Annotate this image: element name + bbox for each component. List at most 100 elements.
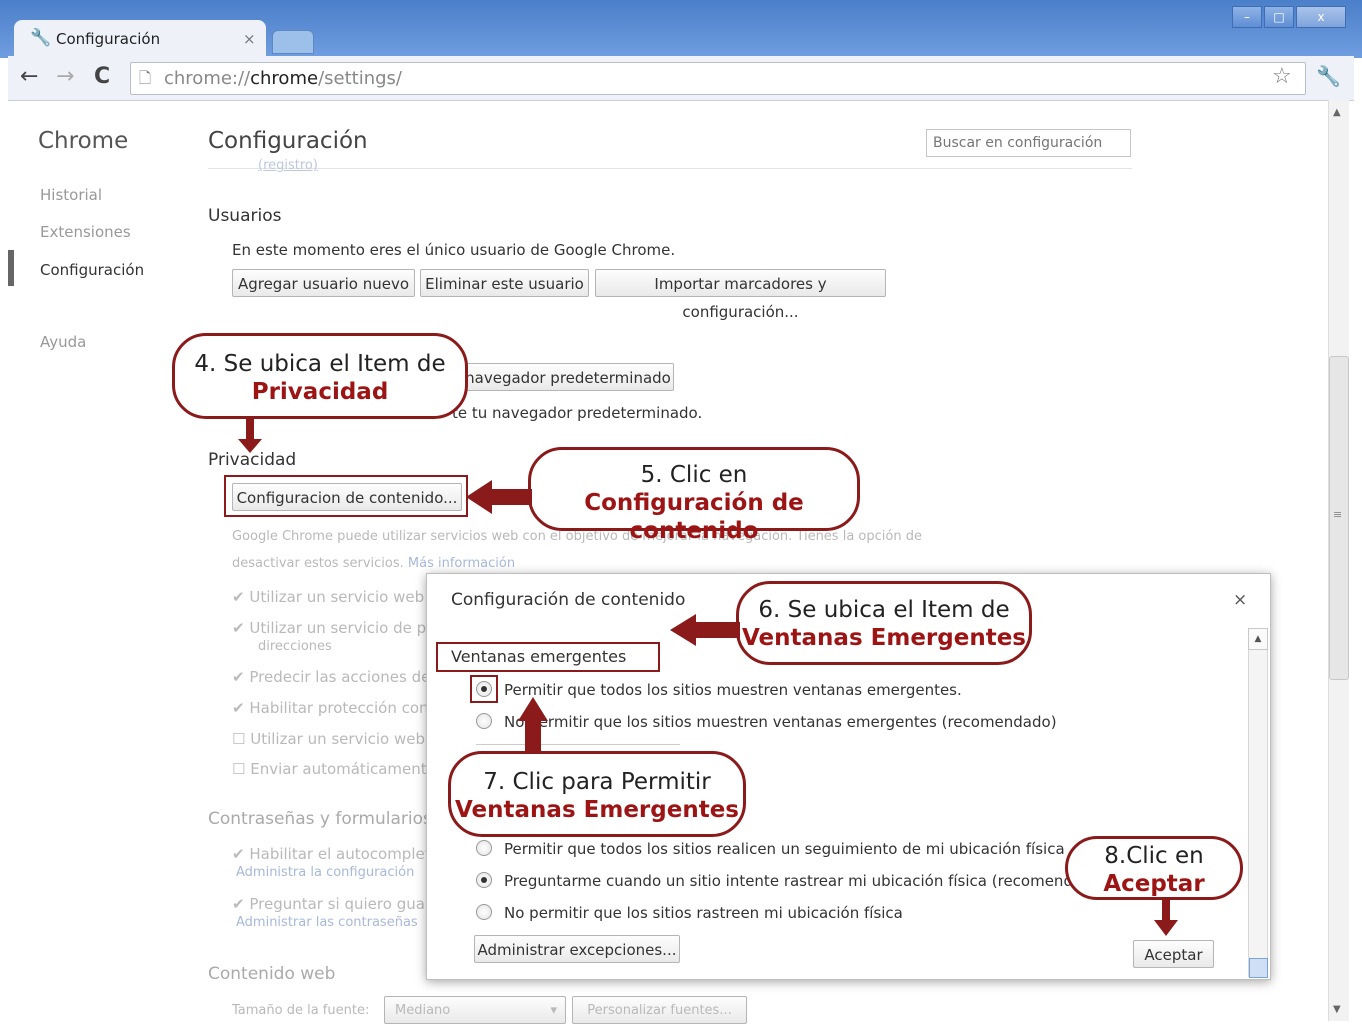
privacy-description-text: desactivar estos servicios. bbox=[232, 556, 404, 571]
privacy-check-2-continued: direcciones bbox=[258, 639, 332, 654]
location-block-label[interactable]: No permitir que los sitios rastreen mi u… bbox=[504, 904, 903, 922]
url-text[interactable]: chrome://chrome/settings/ bbox=[164, 68, 402, 89]
arrow-down-icon bbox=[1154, 900, 1178, 936]
privacy-check-label: Utilizar un servicio web p bbox=[250, 730, 440, 748]
menu-wrench-icon[interactable]: 🔧 bbox=[1316, 64, 1341, 88]
users-heading: Usuarios bbox=[208, 206, 282, 226]
manage-exceptions-button[interactable]: Administrar excepciones... bbox=[474, 935, 680, 963]
users-description: En este momento eres el único usuario de… bbox=[232, 241, 676, 259]
tab-close-icon[interactable]: × bbox=[243, 30, 256, 48]
arrow-down-icon bbox=[238, 419, 262, 453]
popups-heading: Ventanas emergentes bbox=[451, 647, 627, 666]
privacy-check-5[interactable]: ☐ Utilizar un servicio web p bbox=[232, 730, 439, 748]
url-path: /settings/ bbox=[318, 68, 402, 89]
arrow-left-icon bbox=[466, 480, 532, 514]
close-window-button[interactable]: x bbox=[1296, 6, 1346, 28]
content-settings-button[interactable]: Configuracion de contenido... bbox=[232, 483, 462, 511]
sidebar-item-extensions[interactable]: Extensiones bbox=[40, 223, 131, 241]
url-host: chrome bbox=[250, 68, 319, 89]
tab-title: Configuración bbox=[56, 30, 161, 48]
back-arrow-icon[interactable]: ← bbox=[20, 64, 38, 89]
passwords-check-2[interactable]: ✔ Preguntar si quiero guar bbox=[232, 895, 431, 913]
privacy-check-4[interactable]: ✔ Habilitar protección con bbox=[232, 699, 429, 717]
popup-allow-label[interactable]: Permitir que todos los sitios muestren v… bbox=[504, 681, 962, 699]
privacy-check-label: Habilitar protección con bbox=[249, 699, 429, 717]
bookmark-star-icon[interactable]: ☆ bbox=[1272, 64, 1292, 89]
sidebar-item-settings[interactable]: Configuración bbox=[40, 261, 144, 279]
popup-block-label[interactable]: No permitir que los sitios muestren vent… bbox=[504, 713, 1057, 731]
location-block-radio[interactable] bbox=[476, 904, 492, 920]
manage-passwords-link[interactable]: Administrar las contraseñas bbox=[236, 915, 418, 930]
callout-step-5-line2: Configuración de contenido bbox=[584, 490, 804, 544]
hidden-button-edge bbox=[476, 744, 680, 751]
location-allow-label[interactable]: Permitir que todos los sitios realicen u… bbox=[504, 840, 1065, 858]
maximize-button[interactable]: □ bbox=[1264, 6, 1294, 28]
passwords-heading: Contraseñas y formularios bbox=[208, 809, 432, 829]
callout-step-4-line1: 4. Se ubica el Item de bbox=[194, 351, 446, 377]
callout-step-6: 6. Se ubica el Item de Ventanas Emergent… bbox=[736, 581, 1032, 665]
callout-step-7-line1: 7. Clic para Permitir bbox=[483, 769, 711, 795]
callout-step-7-line2: Ventanas Emergentes bbox=[455, 797, 739, 823]
default-browser-button[interactable]: navegador predeterminado bbox=[462, 363, 674, 391]
location-ask-radio[interactable] bbox=[476, 872, 492, 888]
dialog-scrollbar-thumb[interactable] bbox=[1249, 958, 1268, 978]
privacy-check-2[interactable]: ✔ Utilizar un servicio de pr bbox=[232, 619, 432, 637]
callout-step-8-line2: Aceptar bbox=[1103, 871, 1205, 897]
passwords-check-1[interactable]: ✔ Habilitar el autocomplet bbox=[232, 845, 431, 863]
callout-step-5-line1: 5. Clic en bbox=[640, 462, 748, 488]
dialog-title: Configuración de contenido bbox=[451, 590, 686, 610]
new-tab-button[interactable] bbox=[272, 30, 314, 54]
scroll-up-icon[interactable]: ▲ bbox=[1333, 107, 1341, 118]
popup-block-radio[interactable] bbox=[476, 713, 492, 729]
privacy-check-6[interactable]: ☐ Enviar automáticamente bbox=[232, 760, 436, 778]
sidebar-item-help[interactable]: Ayuda bbox=[40, 333, 86, 351]
wrench-icon: 🔧 bbox=[30, 28, 52, 48]
privacy-check-label: Utilizar un servicio de pr bbox=[249, 619, 433, 637]
passwords-check-label: Preguntar si quiero guar bbox=[249, 895, 432, 913]
search-input[interactable] bbox=[926, 129, 1131, 157]
callout-step-4-line2: Privacidad bbox=[251, 379, 389, 405]
url-scheme: chrome:// bbox=[164, 68, 251, 89]
callout-step-5: 5. Clic en Configuración de contenido bbox=[528, 447, 860, 544]
location-ask-label[interactable]: Preguntarme cuando un sitio intente rast… bbox=[504, 872, 1107, 890]
dialog-scrollbar[interactable] bbox=[1248, 628, 1268, 977]
sidebar-item-history[interactable]: Historial bbox=[40, 186, 102, 204]
dialog-scroll-up-icon[interactable]: ▲ bbox=[1248, 628, 1268, 650]
popup-allow-radio[interactable] bbox=[476, 681, 492, 697]
header-divider bbox=[208, 168, 1132, 169]
reload-icon[interactable]: C bbox=[94, 64, 110, 89]
faded-link[interactable]: (registro) bbox=[258, 158, 318, 173]
privacy-check-label: Enviar automáticamente bbox=[250, 760, 436, 778]
web-content-heading: Contenido web bbox=[208, 964, 336, 984]
privacy-check-label: Predecir las acciones de bbox=[249, 668, 431, 686]
scroll-down-icon[interactable]: ▼ bbox=[1333, 1004, 1341, 1015]
add-user-button[interactable]: Agregar usuario nuevo bbox=[232, 269, 415, 297]
page-title: Configuración bbox=[208, 128, 368, 154]
more-info-link[interactable]: Más información bbox=[408, 556, 515, 571]
privacy-check-3[interactable]: ✔ Predecir las acciones de bbox=[232, 668, 430, 686]
passwords-check-label: Habilitar el autocomplet bbox=[249, 845, 431, 863]
callout-step-7: 7. Clic para Permitir Ventanas Emergente… bbox=[448, 751, 746, 837]
manage-autofill-link[interactable]: Administra la configuración bbox=[236, 865, 414, 880]
accept-button[interactable]: Aceptar bbox=[1133, 940, 1214, 968]
font-size-value: Mediano bbox=[395, 1003, 451, 1018]
callout-step-4: 4. Se ubica el Item de Privacidad bbox=[172, 333, 468, 419]
sidebar-title: Chrome bbox=[38, 128, 129, 154]
minimize-button[interactable]: – bbox=[1232, 6, 1262, 28]
forward-arrow-icon[interactable]: → bbox=[56, 64, 74, 89]
privacy-check-1[interactable]: ✔ Utilizar un servicio web p bbox=[232, 588, 438, 606]
customize-fonts-button[interactable]: Personalizar fuentes... bbox=[572, 996, 747, 1024]
delete-user-button[interactable]: Eliminar este usuario bbox=[420, 269, 589, 297]
dialog-close-icon[interactable]: × bbox=[1233, 590, 1247, 610]
callout-step-8: 8.Clic en Aceptar bbox=[1065, 836, 1243, 900]
import-bookmarks-button[interactable]: Importar marcadores y configuración... bbox=[595, 269, 886, 321]
font-size-select[interactable]: Mediano ▾ bbox=[384, 996, 566, 1024]
callout-step-8-line1: 8.Clic en bbox=[1104, 843, 1204, 869]
callout-step-6-line1: 6. Se ubica el Item de bbox=[758, 597, 1010, 623]
sidebar-active-indicator bbox=[8, 250, 14, 286]
page-icon: 🗋 bbox=[139, 69, 152, 87]
privacy-check-label: Utilizar un servicio web p bbox=[249, 588, 439, 606]
scroll-grip-icon: ≡ bbox=[1333, 508, 1343, 521]
location-allow-radio[interactable] bbox=[476, 840, 492, 856]
font-size-label: Tamaño de la fuente: bbox=[232, 1003, 370, 1018]
